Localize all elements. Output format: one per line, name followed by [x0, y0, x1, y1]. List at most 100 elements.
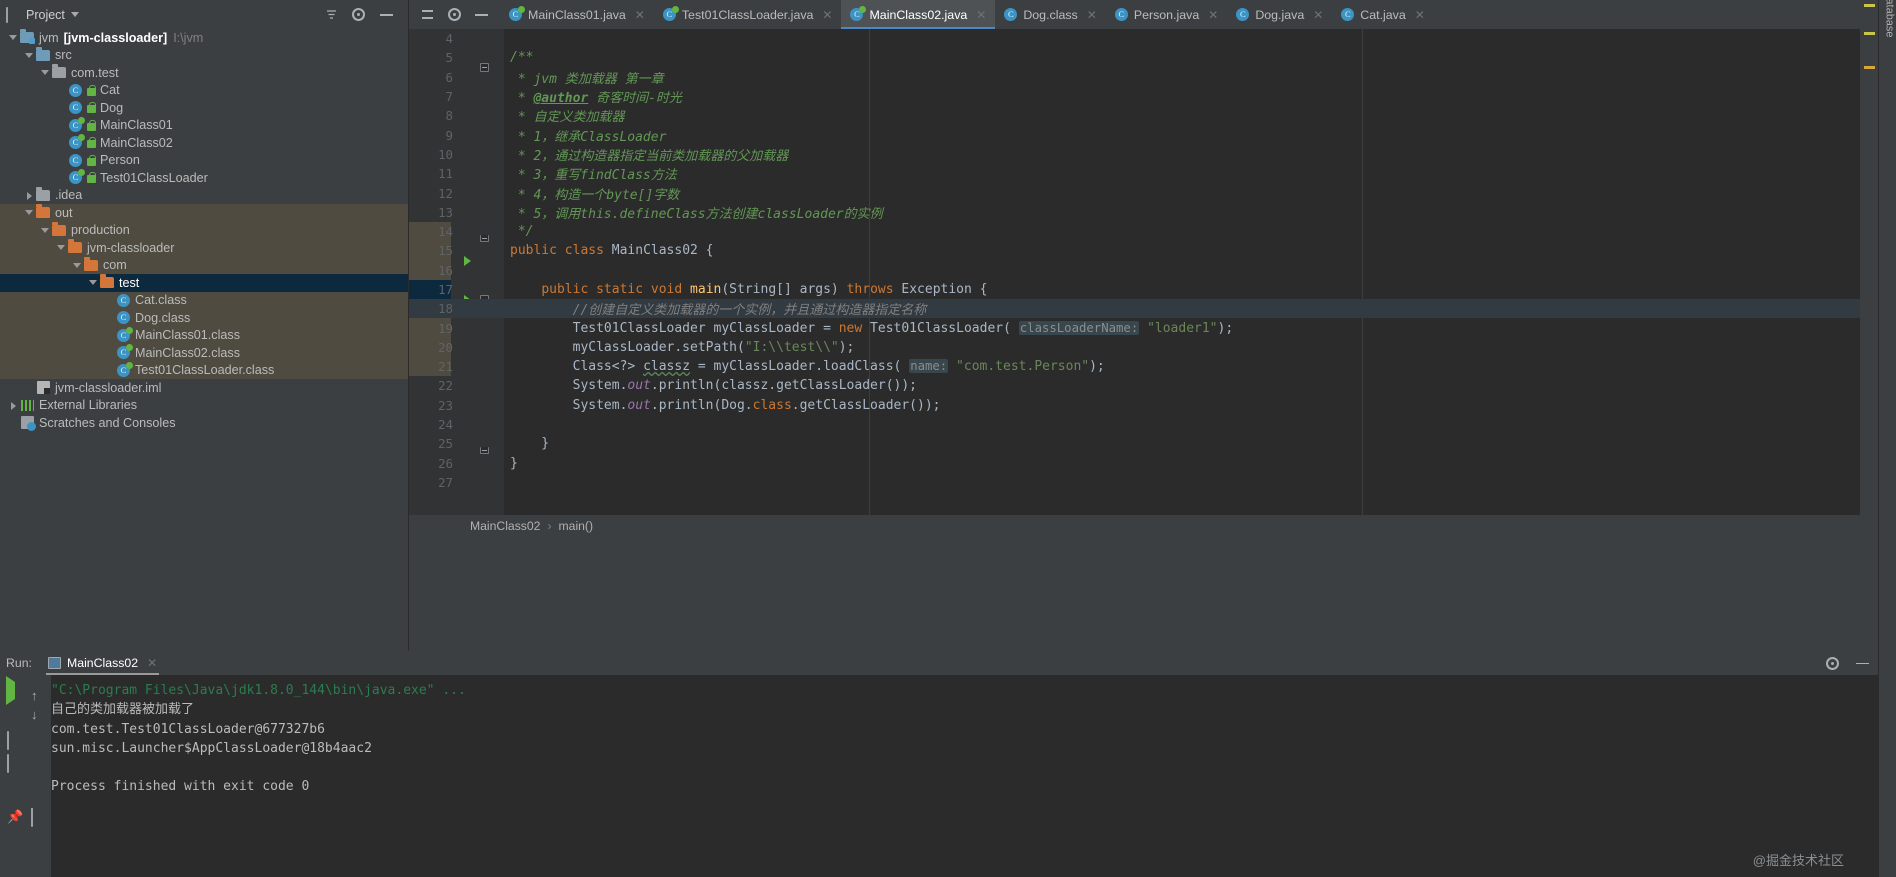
code-line[interactable]: 24 [409, 415, 1878, 434]
code-line[interactable]: 5 /** [409, 48, 1878, 72]
close-icon[interactable]: ✕ [635, 8, 645, 22]
minimize-icon[interactable] [1855, 656, 1870, 671]
tree-row[interactable]: jvm [jvm-classloader] I:\jvm [0, 29, 408, 47]
gear-icon[interactable] [1826, 656, 1839, 670]
code-text[interactable]: } [504, 456, 518, 471]
code-text[interactable]: /** [504, 50, 533, 65]
tree-row[interactable]: test [0, 274, 408, 292]
code-text[interactable]: myClassLoader.setPath("I:\\test\\"); [504, 340, 855, 355]
code-text[interactable]: Test01ClassLoader myClassLoader = new Te… [504, 320, 1233, 336]
code-text[interactable]: Class<?> classz = myClassLoader.loadClas… [504, 359, 1105, 374]
code-line[interactable]: 26} [409, 454, 1878, 473]
tree-row[interactable]: C Test01ClassLoader [0, 169, 408, 187]
code-text[interactable]: System.out.println(Dog.class.getClassLoa… [504, 398, 941, 413]
tree-row[interactable]: jvm-classloader [0, 239, 408, 257]
tree-row[interactable]: C MainClass02.class [0, 344, 408, 362]
sort-icon[interactable] [325, 8, 338, 21]
tree-row[interactable]: com [0, 256, 408, 274]
tree-row[interactable]: com.test [0, 64, 408, 82]
stripe-marker-warning[interactable] [1864, 4, 1875, 7]
code-line[interactable]: 9 * 1，继承ClassLoader [409, 125, 1878, 145]
code-scroll-area[interactable]: 4 5/** 6 * jvm 类加载器 第一章 7 * @author 奇客时间-时光… [409, 29, 1878, 515]
code-text[interactable]: */ [504, 224, 534, 239]
stripe-marker-warning[interactable] [1864, 66, 1875, 69]
close-icon[interactable]: ✕ [1415, 8, 1425, 22]
code-line[interactable]: 11 * 3，重写findClass方法 [409, 164, 1878, 183]
tree-row[interactable]: C Person [0, 152, 408, 170]
console-output-panel[interactable]: 📌 "C:\Program Files\Java\jdk1.8.0_144\bi… [0, 675, 1878, 877]
tree-row[interactable]: .idea [0, 186, 408, 205]
editor-tab[interactable]: C MainClass02.java ✕ [841, 0, 996, 29]
up-arrow-button[interactable] [31, 687, 50, 706]
error-stripe-marker-bar[interactable] [1860, 0, 1878, 537]
thread-dump-button[interactable] [7, 786, 26, 805]
tree-row[interactable]: C Test01ClassLoader.class [0, 361, 408, 379]
editor-tab[interactable]: C Dog.class ✕ [995, 0, 1105, 29]
project-panel-title[interactable]: Project [26, 8, 65, 22]
code-line[interactable]: 21 Class<?> classz = myClassLoader.loadC… [409, 357, 1878, 376]
code-line[interactable]: 10 * 2，通过构造器指定当前类加载器的父加载器 [409, 145, 1878, 164]
chevron-down-icon[interactable] [24, 50, 35, 61]
code-line[interactable]: 8 * 自定义类加载器 [409, 106, 1878, 125]
breadcrumb-item[interactable]: main() [559, 519, 594, 533]
stop-button[interactable] [7, 709, 26, 728]
tree-row[interactable]: C Dog.class [0, 309, 408, 327]
code-line[interactable]: 4 [409, 29, 1878, 48]
scroll-to-end-button[interactable] [31, 755, 50, 774]
code-line[interactable]: 27 [409, 473, 1878, 492]
pause-button[interactable] [7, 731, 26, 751]
chevron-right-icon[interactable] [8, 400, 19, 411]
code-line[interactable]: 22 System.out.println(classz.getClassLoa… [409, 376, 1878, 395]
code-line[interactable]: 14 */ [409, 222, 1878, 242]
minimize-icon[interactable] [379, 7, 394, 22]
tree-row[interactable]: jvm-classloader.iml [0, 379, 408, 397]
gear-icon[interactable] [448, 8, 461, 21]
editor-tab[interactable]: C Dog.java ✕ [1227, 0, 1332, 29]
code-line[interactable]: 7 * @author 奇客时间-时光 [409, 87, 1878, 106]
code-text[interactable]: } [504, 436, 549, 451]
down-arrow-button[interactable] [31, 706, 50, 725]
chevron-right-icon[interactable] [24, 190, 35, 201]
close-icon[interactable]: ✕ [1208, 8, 1218, 22]
chevron-down-icon[interactable] [40, 225, 51, 236]
tree-row[interactable]: C Dog [0, 99, 408, 117]
code-text[interactable]: * 5，调用this.defineClass方法创建classLoader的实例 [504, 203, 883, 222]
code-line[interactable]: 13 * 5，调用this.defineClass方法创建classLoader… [409, 203, 1878, 222]
soft-wrap-button[interactable] [31, 732, 50, 751]
editor-tab[interactable]: C MainClass01.java ✕ [500, 0, 654, 29]
code-line[interactable]: 20 myClassLoader.setPath("I:\\test\\"); [409, 338, 1878, 357]
code-text[interactable]: * 1，继承ClassLoader [504, 126, 667, 145]
chevron-down-icon[interactable] [70, 12, 79, 17]
tree-row[interactable]: C MainClass02 [0, 134, 408, 152]
chevron-down-icon[interactable] [40, 67, 51, 78]
code-line[interactable]: 23 System.out.println(Dog.class.getClass… [409, 396, 1878, 415]
tree-row[interactable]: src [0, 46, 408, 65]
chevron-down-icon[interactable] [24, 207, 35, 218]
tree-row[interactable]: C MainClass01.class [0, 326, 408, 344]
code-line[interactable]: 25 } [409, 434, 1878, 454]
code-line[interactable]: 16 [409, 261, 1878, 280]
editor-tab[interactable]: C Cat.java ✕ [1332, 0, 1434, 29]
breadcrumb[interactable]: MainClass02 › main() [409, 515, 1878, 537]
tree-row[interactable]: C MainClass01 [0, 116, 408, 135]
code-line[interactable]: 6 * jvm 类加载器 第一章 [409, 68, 1878, 87]
code-line[interactable]: 17 public static void main(String[] args… [409, 280, 1878, 305]
code-text[interactable]: public class MainClass02 { [504, 243, 714, 258]
code-editor[interactable]: 4 5/** 6 * jvm 类加载器 第一章 7 * @author 奇客时间-时光… [409, 29, 1878, 537]
chevron-down-icon[interactable] [8, 32, 19, 43]
chevron-down-icon[interactable] [88, 277, 99, 288]
tree-row[interactable]: C Cat [0, 82, 408, 100]
code-line[interactable]: 18 //创建自定义类加载器的一个实例，并且通过构造器指定名称 [409, 299, 1878, 319]
close-icon[interactable]: ✕ [1313, 8, 1323, 22]
console-text[interactable]: "C:\Program Files\Java\jdk1.8.0_144\bin\… [51, 681, 1878, 877]
minimize-icon[interactable] [474, 7, 489, 22]
code-text[interactable]: * @author 奇客时间-时光 [504, 87, 682, 106]
print-button[interactable] [31, 785, 50, 804]
code-text[interactable]: * 4，构造一个byte[]字数 [504, 184, 679, 203]
tree-row[interactable]: out [0, 204, 408, 222]
code-line[interactable]: 19 Test01ClassLoader myClassLoader = new… [409, 318, 1878, 337]
close-icon[interactable]: ✕ [976, 8, 986, 22]
code-text[interactable]: * 2，通过构造器指定当前类加载器的父加载器 [504, 145, 789, 164]
chevron-down-icon[interactable] [72, 260, 83, 271]
code-text[interactable]: * 自定义类加载器 [504, 106, 625, 125]
